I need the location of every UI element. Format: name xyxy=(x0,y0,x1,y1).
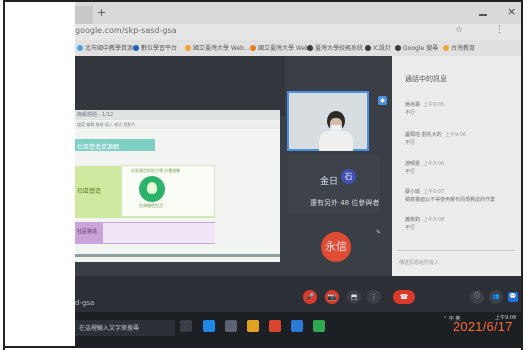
address-url: google.com/skp-sasd-gsa xyxy=(75,26,177,35)
chat-sender: 蕭彬鈞 上午9:08 xyxy=(405,217,445,223)
bookmark-item[interactable]: IC設計 xyxy=(365,43,391,52)
bookmark-icon xyxy=(250,45,256,51)
bookmark-icon xyxy=(307,45,313,51)
chat-input[interactable]: 傳送訊息給所有人 xyxy=(399,259,439,266)
bookmark-icon xyxy=(77,45,83,51)
mic-off-button[interactable]: 🎤 xyxy=(303,290,317,304)
chat-message: 不行 xyxy=(405,169,416,175)
meeting-controls xyxy=(75,276,521,312)
audio-level-icon: ◆ xyxy=(378,96,387,105)
task-view-icon[interactable] xyxy=(180,320,192,332)
bookmark-item[interactable]: 國立臺灣大學 Web... xyxy=(185,43,250,52)
participant-name: 金日 xyxy=(320,177,339,187)
slide-purple-card xyxy=(103,223,215,243)
slide-banner-text: 社區營造資源網 xyxy=(77,144,120,151)
bookmark-icon xyxy=(133,45,139,51)
edge-icon[interactable] xyxy=(203,320,215,332)
bookmark-item[interactable]: Google 搜尋 xyxy=(395,43,438,52)
meeting-code: d-gsa xyxy=(75,299,95,307)
others-count-label: 還有另外 48 位參與者 xyxy=(310,199,380,207)
logo-caption: 台灣綠色生活 xyxy=(139,203,163,208)
folder-icon[interactable] xyxy=(247,320,259,332)
taskbar-search-input[interactable]: 在這裡輸入文字來搜尋 xyxy=(79,323,139,332)
chat-message: 不行 xyxy=(405,110,416,116)
chat-sender: 盧珮瑄-劉先大的 上午9:06 xyxy=(405,132,467,138)
browser-menu-icon[interactable]: ⋮ xyxy=(495,25,504,35)
info-button[interactable]: ⓘ xyxy=(470,290,484,304)
participant-avatar: 石 xyxy=(341,169,356,184)
screen-photo: + × google.com/skp-sasd-gsa ☆ ⋮ 北市國中教學資源… xyxy=(75,2,521,346)
chat-sender: 吳尚霖 上午9:05 xyxy=(405,102,445,108)
photo-date-stamp: 2021/6/17 xyxy=(453,319,513,334)
participant-avatar: 永信 xyxy=(321,232,351,262)
bookmark-item[interactable]: 臺灣大學校務系統... xyxy=(307,43,369,52)
chat-message: 不行 xyxy=(405,225,416,231)
slide-divider xyxy=(75,254,280,257)
presentation-title: 簡報標題 - 1/12 xyxy=(77,112,114,118)
bookmark-star-icon[interactable]: ☆ xyxy=(455,25,463,35)
more-options-button[interactable]: ⋮ xyxy=(367,290,381,304)
present-button[interactable]: ⬒ xyxy=(347,290,361,304)
people-button[interactable]: 👥 xyxy=(489,290,503,304)
bookmark-icon xyxy=(395,45,401,51)
frame-border-top xyxy=(3,0,523,2)
self-video-tile[interactable] xyxy=(287,91,369,151)
chat-input-divider xyxy=(397,250,515,251)
frame-border-left xyxy=(3,0,5,350)
bookmark-icon xyxy=(443,45,449,51)
camera-off-button[interactable]: 📷 xyxy=(325,290,339,304)
slide-green-label: 社區營造 xyxy=(77,188,102,195)
chat-message: 不行 xyxy=(405,140,416,146)
minimize-icon[interactable] xyxy=(479,14,487,16)
blank-margin xyxy=(5,2,75,346)
pin-icon[interactable]: ✎ xyxy=(376,229,381,236)
bookmark-item[interactable]: 國立臺灣大學 Web... xyxy=(250,43,315,52)
app-icon[interactable] xyxy=(225,320,237,332)
chat-sender: 蔡小瑜 上午9:07 xyxy=(405,189,445,195)
frame-border-bottom xyxy=(3,346,523,348)
slide-card-title: 社區營造與地方學 計畫推動 xyxy=(131,168,181,173)
new-tab-button[interactable]: + xyxy=(97,6,106,19)
office-icon[interactable] xyxy=(269,320,281,332)
hang-up-button[interactable]: ☎ xyxy=(393,290,415,304)
line-icon[interactable] xyxy=(313,320,325,332)
frame-border-right xyxy=(521,0,523,350)
leaf-shape xyxy=(147,182,157,194)
presentation-menu: 檔案 編輯 檢視 插入 格式 投影片 xyxy=(77,122,136,127)
bookmark-item[interactable]: 數位學習平台 xyxy=(133,43,177,52)
chat-sender: 游晴雯 上午9:06 xyxy=(405,161,445,167)
chat-message: 稿錄畫面以不得使用耀布而傳費處的作業 xyxy=(405,197,496,203)
bookmark-item[interactable]: 北市國中教學資源 xyxy=(77,43,133,52)
close-icon[interactable]: × xyxy=(507,5,516,18)
bookmark-icon xyxy=(365,45,371,51)
browser-tab[interactable] xyxy=(75,6,93,24)
bookmark-icon xyxy=(185,45,191,51)
bookmark-item[interactable]: 台灣教育 xyxy=(443,43,475,52)
stage-shadow xyxy=(75,56,285,116)
chat-title: 通話中的訊息 xyxy=(405,75,447,83)
browser-tab-bar xyxy=(75,2,521,24)
mail-icon[interactable] xyxy=(291,320,303,332)
chat-button[interactable]: 💬 xyxy=(508,292,518,302)
slide-purple-label: 社區營造 xyxy=(77,229,98,235)
person-body xyxy=(319,131,353,151)
photo-frame: + × google.com/skp-sasd-gsa ☆ ⋮ 北市國中教學資源… xyxy=(0,0,527,350)
presentation-tile[interactable]: 簡報標題 - 1/12 檔案 編輯 檢視 插入 格式 投影片 社區營造資源網 社… xyxy=(75,110,280,262)
